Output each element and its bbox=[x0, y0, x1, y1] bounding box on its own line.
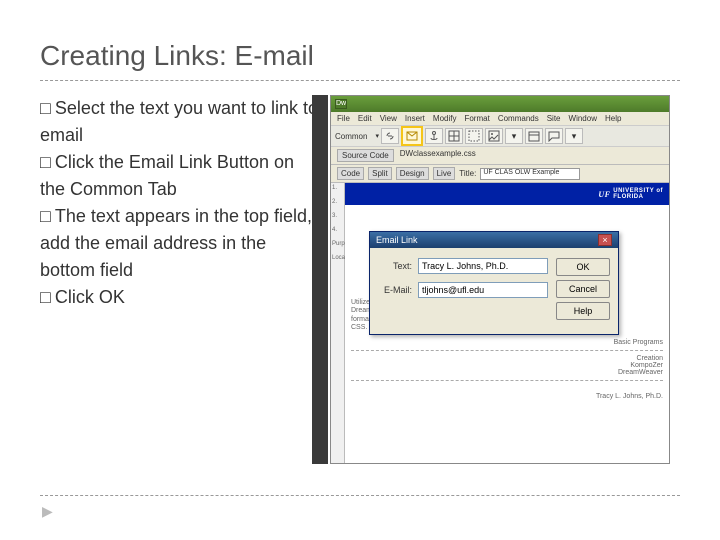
dialog-close-icon[interactable]: × bbox=[598, 234, 612, 246]
menu-modify[interactable]: Modify bbox=[433, 114, 457, 123]
insert-toolbar: Common▾ ▾ ▾ bbox=[331, 125, 669, 147]
design-canvas[interactable]: UF UNIVERSITY of FLORIDA Email Link × bbox=[345, 183, 669, 463]
menu-window[interactable]: Window bbox=[569, 114, 597, 123]
menu-view[interactable]: View bbox=[380, 114, 397, 123]
bullet-2: Click the Email Link Button on the Commo… bbox=[40, 152, 294, 199]
doc-tab-bar: Source Code DWclassexample.css bbox=[331, 147, 669, 165]
media-tool-icon[interactable]: ▾ bbox=[505, 128, 523, 144]
program-item: KompoZer bbox=[351, 362, 663, 369]
menu-bar[interactable]: File Edit View Insert Modify Format Comm… bbox=[331, 112, 669, 125]
code-view-button[interactable]: Code bbox=[337, 167, 364, 180]
image-tool-icon[interactable] bbox=[485, 128, 503, 144]
live-view-button[interactable]: Live bbox=[433, 167, 456, 180]
divider-top bbox=[40, 80, 680, 81]
dialog-text-input[interactable] bbox=[418, 258, 548, 274]
author-text: Tracy L. Johns, Ph.D. bbox=[351, 393, 663, 400]
date-tool-icon[interactable] bbox=[525, 128, 543, 144]
menu-format[interactable]: Format bbox=[464, 114, 489, 123]
sidebar-location: Location bbox=[332, 255, 343, 261]
menu-help[interactable]: Help bbox=[605, 114, 621, 123]
menu-insert[interactable]: Insert bbox=[405, 114, 425, 123]
div-tool-icon[interactable] bbox=[465, 128, 483, 144]
insert-category[interactable]: Common bbox=[335, 132, 367, 141]
menu-site[interactable]: Site bbox=[547, 114, 561, 123]
slide-title: Creating Links: E-mail bbox=[40, 40, 680, 72]
sidebar-purpose: Purpose bbox=[332, 241, 343, 247]
email-link-dialog: Email Link × Text: bbox=[369, 231, 619, 335]
menu-file[interactable]: File bbox=[337, 114, 350, 123]
dialog-text-label: Text: bbox=[378, 261, 412, 271]
more-tool-icon[interactable]: ▾ bbox=[565, 128, 583, 144]
split-view-button[interactable]: Split bbox=[368, 167, 392, 180]
programs-heading: Basic Programs bbox=[351, 339, 663, 346]
comment-tool-icon[interactable] bbox=[545, 128, 563, 144]
next-slide-arrow-icon[interactable]: ▶ bbox=[42, 503, 53, 520]
doc-toolbar: Code Split Design Live Title: UF CLAS OL… bbox=[331, 165, 669, 183]
dialog-cancel-button[interactable]: Cancel bbox=[556, 280, 610, 298]
bullet-3: The text appears in the top field, add t… bbox=[40, 206, 312, 280]
program-item: DreamWeaver bbox=[351, 369, 663, 376]
dialog-ok-button[interactable]: OK bbox=[556, 258, 610, 276]
dw-logo-icon: Dw bbox=[335, 99, 347, 109]
panel-gutter bbox=[312, 95, 328, 464]
doc-tab[interactable]: DWclassexample.css bbox=[400, 149, 476, 162]
dw-titlebar: Dw bbox=[331, 96, 669, 112]
source-code-tab[interactable]: Source Code bbox=[337, 149, 394, 162]
title-field-label: Title: bbox=[459, 169, 476, 178]
dialog-email-label: E-Mail: bbox=[378, 285, 412, 295]
menu-commands[interactable]: Commands bbox=[498, 114, 539, 123]
title-field[interactable]: UF CLAS OLW Example bbox=[480, 168, 580, 180]
uf-header: UF UNIVERSITY of FLORIDA bbox=[345, 183, 669, 205]
uf-header-text: UNIVERSITY of FLORIDA bbox=[613, 188, 663, 200]
dreamweaver-window: Dw File Edit View Insert Modify Format C… bbox=[330, 95, 670, 464]
bullet-1: Select the text you want to link to emai… bbox=[40, 98, 318, 145]
dialog-email-input[interactable] bbox=[418, 282, 548, 298]
divider-bottom bbox=[40, 495, 680, 496]
anchor-tool-icon[interactable] bbox=[425, 128, 443, 144]
menu-edit[interactable]: Edit bbox=[358, 114, 372, 123]
design-view-button[interactable]: Design bbox=[396, 167, 429, 180]
dialog-help-button[interactable]: Help bbox=[556, 302, 610, 320]
vertical-ruler: 1. 2. 3. 4. Purpose Location bbox=[331, 183, 345, 463]
table-tool-icon[interactable] bbox=[445, 128, 463, 144]
bullet-4: Click OK bbox=[55, 287, 125, 307]
uf-logo: UF bbox=[598, 190, 610, 199]
hyperlink-tool-icon[interactable] bbox=[381, 128, 399, 144]
dialog-title: Email Link bbox=[376, 235, 418, 245]
bullet-list: Select the text you want to link to emai… bbox=[40, 95, 320, 311]
email-link-tool-icon[interactable] bbox=[401, 126, 423, 146]
program-item: Creation bbox=[351, 355, 663, 362]
